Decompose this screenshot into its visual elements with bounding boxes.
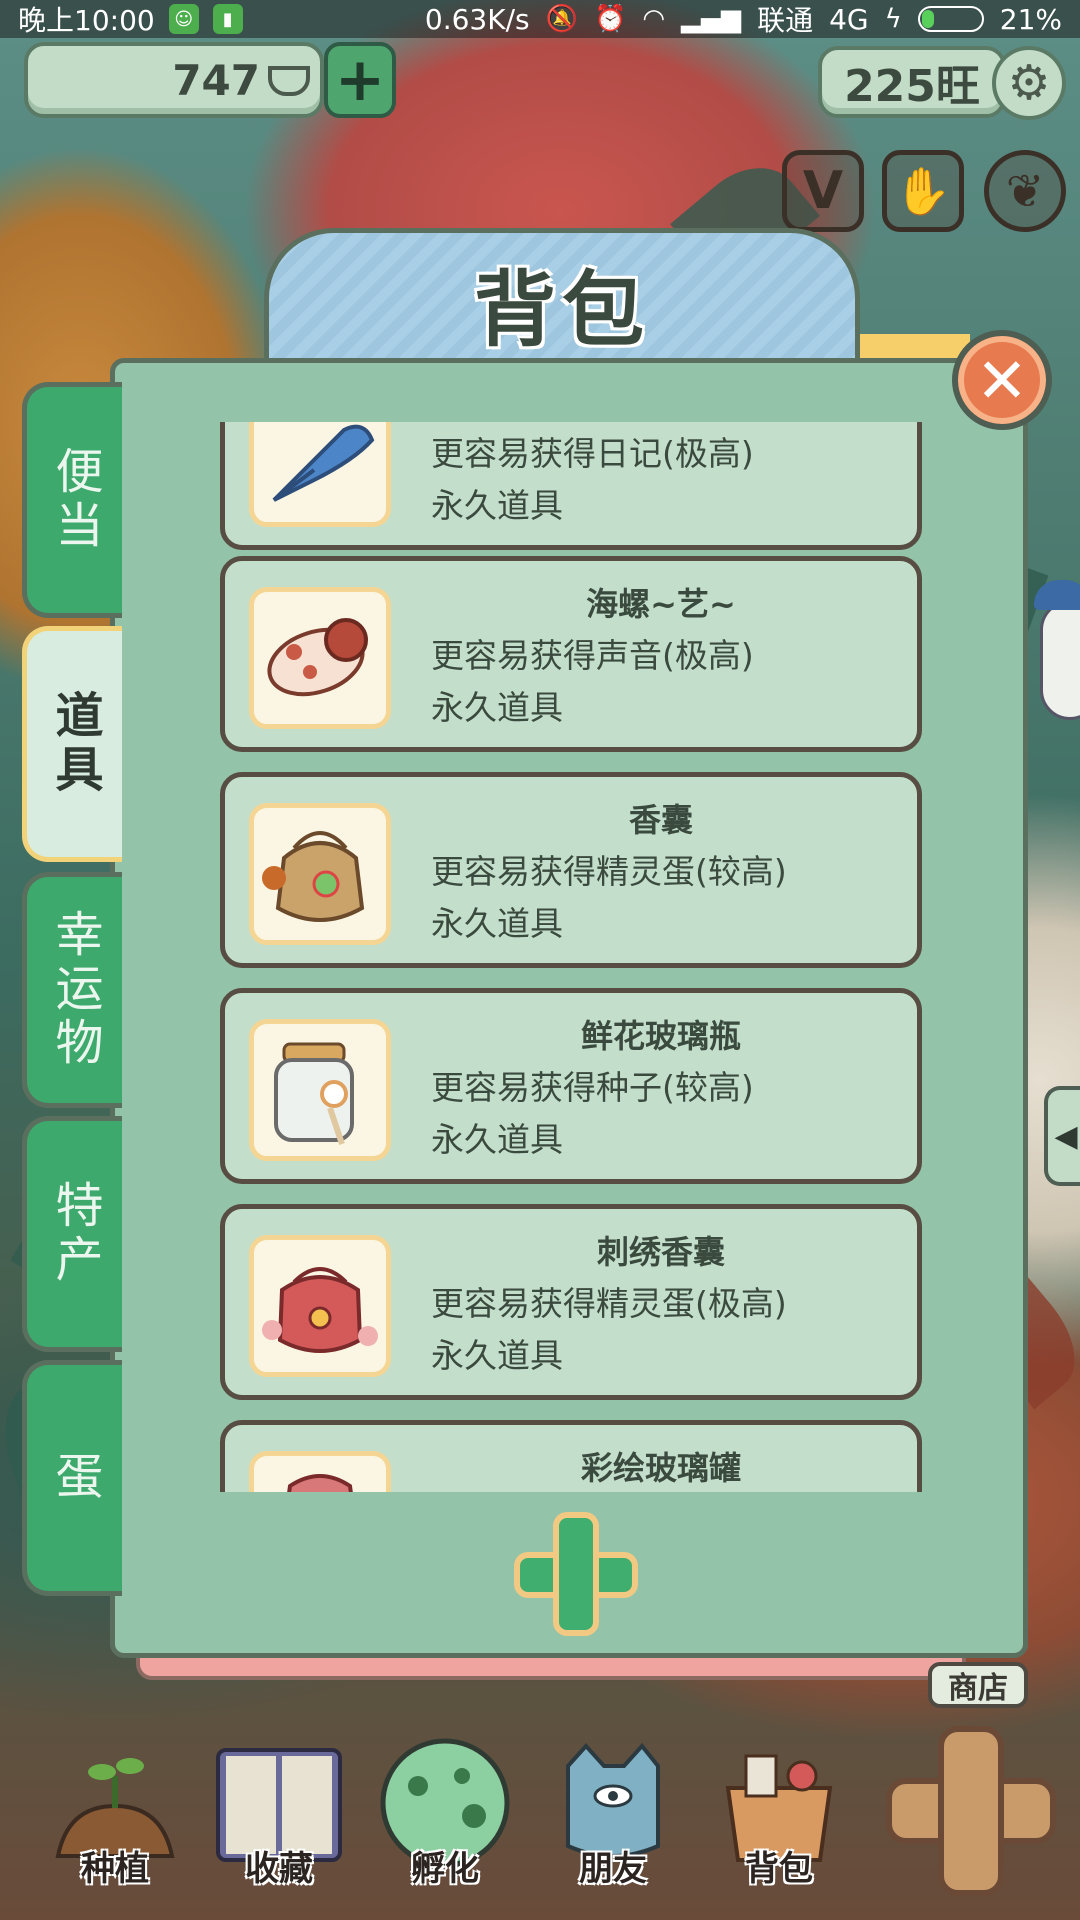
item-name: 香囊	[628, 801, 693, 839]
coin-value: 747	[172, 55, 260, 105]
dialog-title: 背包	[473, 263, 650, 358]
shop-button[interactable]: 商店	[928, 1662, 1028, 1708]
nav-backpack-label: 背包	[745, 1849, 813, 1889]
nav-plant-label: 种植	[81, 1849, 149, 1889]
item-desc: 更容易获得种子(较高)	[431, 1068, 754, 1107]
tab-specialty[interactable]: 特产	[22, 1116, 122, 1352]
nav-collection[interactable]: 收藏	[204, 1736, 354, 1896]
flower-jar-icon	[249, 1019, 391, 1161]
conch-shell-icon	[249, 587, 391, 729]
tab-props-label: 道具	[46, 690, 103, 798]
tab-lucky-items[interactable]: 幸运物	[22, 872, 122, 1108]
network-type: 4G	[829, 2, 869, 36]
wang-counter: 225旺	[818, 46, 1006, 118]
item-name: 海螺~艺~	[586, 585, 736, 623]
item-name: 鲜花玻璃瓶	[580, 1017, 741, 1055]
tab-props[interactable]: 道具	[22, 626, 122, 862]
painted-jar-icon	[249, 1451, 391, 1492]
list-item[interactable]: 香囊 更容易获得精灵蛋(较高) 永久道具	[220, 772, 922, 968]
list-top-edge	[200, 414, 926, 422]
item-desc: 更容易获得声音(极高)	[431, 636, 754, 675]
list-item[interactable]: 彩绘玻璃罐	[220, 1420, 922, 1492]
add-item-button[interactable]	[514, 1512, 638, 1636]
charging-icon: ϟ	[884, 4, 902, 34]
item-name: 刺绣香囊	[596, 1233, 725, 1271]
vip-button[interactable]: V	[782, 150, 864, 232]
coin-icon	[268, 66, 310, 96]
item-list[interactable]: 更容易获得日记(极高) 永久道具 海螺~艺~ 更容易获得声音(极高) 永久道具 …	[200, 414, 926, 1492]
item-name: 彩绘玻璃罐	[580, 1449, 741, 1487]
sachet-icon	[249, 803, 391, 945]
battery-saver-icon: ▮	[212, 4, 243, 34]
nav-friends-label: 朋友	[579, 1849, 647, 1889]
main-plus-button[interactable]	[886, 1726, 1056, 1896]
signal-icon: ▂▄▆	[681, 4, 742, 34]
item-duration: 永久道具	[431, 688, 563, 727]
battery-icon	[917, 6, 984, 32]
item-duration: 永久道具	[431, 904, 563, 943]
hand-icon[interactable]: ✋	[882, 150, 964, 232]
tab-eggs[interactable]: 蛋	[22, 1360, 122, 1596]
tab-lucky-items-label: 幸运物	[46, 909, 103, 1071]
tab-specialty-label: 特产	[46, 1180, 103, 1288]
nav-hatch-label: 孵化	[411, 1849, 479, 1889]
dialog-title-tab: 背包	[264, 228, 860, 378]
mute-bell-icon: 🔕	[545, 4, 579, 34]
tab-eggs-label: 蛋	[46, 1451, 103, 1505]
blue-quill-icon	[249, 414, 391, 527]
settings-gear-icon[interactable]: ⚙	[992, 46, 1066, 120]
item-duration: 永久道具	[431, 1336, 563, 1375]
item-desc: 更容易获得精灵蛋(较高)	[431, 852, 787, 891]
nav-friends[interactable]: 朋友	[538, 1736, 688, 1896]
list-item[interactable]: 刺绣香囊 更容易获得精灵蛋(极高) 永久道具	[220, 1204, 922, 1400]
shop-label: 商店	[948, 1671, 1008, 1706]
embroidered-sachet-icon	[249, 1235, 391, 1377]
item-duration: 永久道具	[431, 1120, 563, 1159]
list-item[interactable]: 更容易获得日记(极高) 永久道具	[220, 414, 922, 550]
network-speed: 0.63K/s	[424, 2, 530, 36]
tab-bento[interactable]: 便当	[22, 382, 122, 618]
battery-percent: 21%	[999, 2, 1062, 36]
item-desc: 更容易获得日记(极高)	[431, 434, 754, 473]
item-duration: 永久道具	[431, 486, 563, 525]
alarm-icon: ⏰	[594, 4, 627, 34]
wang-value: 225旺	[844, 61, 980, 112]
status-bar: 晚上10:00 ☺ ▮ 0.63K/s 🔕 ⏰ ◠ ▂▄▆ 联通 4G ϟ 21…	[0, 0, 1080, 38]
close-icon[interactable]: ✕	[952, 330, 1052, 430]
item-desc: 更容易获得精灵蛋(极高)	[431, 1284, 787, 1323]
carrier-name: 联通	[757, 4, 814, 37]
list-item[interactable]: 鲜花玻璃瓶 更容易获得种子(较高) 永久道具	[220, 988, 922, 1184]
nav-backpack[interactable]: 背包	[704, 1736, 854, 1896]
nav-hatch[interactable]: 孵化	[370, 1736, 520, 1896]
status-time: 晚上10:00	[18, 4, 155, 37]
vip-icon: V	[802, 161, 844, 221]
ginkgo-leaf-icon[interactable]: ❦	[984, 150, 1066, 232]
expand-left-arrow-icon[interactable]: ◀	[1044, 1086, 1080, 1186]
wifi-icon: ◠	[642, 4, 666, 34]
nav-collection-label: 收藏	[245, 1849, 313, 1889]
tab-bento-label: 便当	[46, 446, 103, 554]
nav-plant[interactable]: 种植	[40, 1736, 190, 1896]
add-coins-button[interactable]: +	[324, 42, 396, 118]
android-app-icon: ☺	[168, 4, 199, 34]
coin-counter: 747	[24, 42, 324, 118]
list-item[interactable]: 海螺~艺~ 更容易获得声音(极高) 永久道具	[220, 556, 922, 752]
